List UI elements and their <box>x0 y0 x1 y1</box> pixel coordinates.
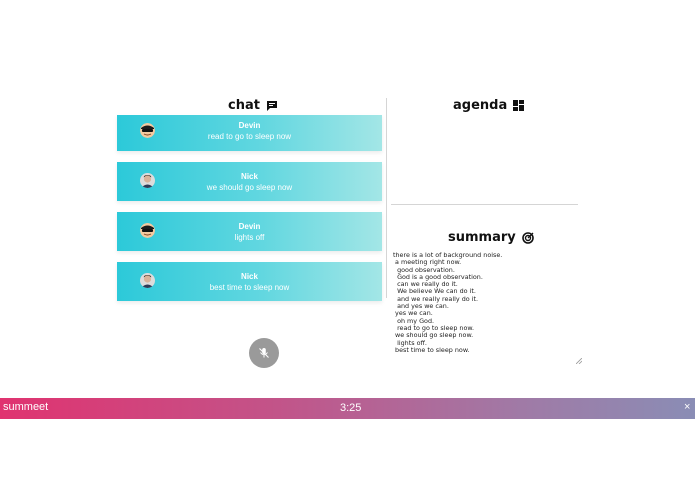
summary-textarea[interactable]: there is a lot of background noise. a me… <box>393 252 581 364</box>
bottom-status-bar: summeet 3:25 × <box>0 398 695 419</box>
agenda-heading: agenda <box>453 98 525 113</box>
close-button[interactable]: × <box>684 401 690 413</box>
mic-off-icon <box>259 348 269 358</box>
target-icon <box>521 231 534 244</box>
chat-message[interactable]: Nick best time to sleep now <box>117 262 382 301</box>
column-divider <box>386 98 387 298</box>
chat-bubble-icon <box>266 100 277 111</box>
dashboard-icon <box>513 100 525 111</box>
message-author: Devin <box>238 222 261 231</box>
message-author: Devin <box>238 121 261 130</box>
summary-heading: summary <box>448 230 534 245</box>
mute-microphone-button[interactable] <box>249 338 279 368</box>
message-author: Nick <box>241 272 258 281</box>
chat-message-list: Devin read to go to sleep now Nick we sh… <box>117 115 382 312</box>
meeting-timer: 3:25 <box>340 402 362 414</box>
message-text: lights off <box>234 233 265 242</box>
chat-heading: chat <box>228 98 278 113</box>
chat-message[interactable]: Devin lights off <box>117 212 382 251</box>
message-text: read to go to sleep now <box>207 132 292 141</box>
agenda-title: agenda <box>453 98 508 113</box>
summary-title: summary <box>448 230 516 245</box>
resize-grip-icon[interactable] <box>576 358 582 364</box>
chat-message[interactable]: Nick we should go sleep now <box>117 162 382 201</box>
agenda-summary-divider <box>391 204 578 205</box>
app-brand: summeet <box>3 401 49 413</box>
message-text: best time to sleep now <box>209 283 290 292</box>
message-author: Nick <box>241 172 258 181</box>
chat-message[interactable]: Devin read to go to sleep now <box>117 115 382 151</box>
message-text: we should go sleep now <box>206 183 293 192</box>
chat-title: chat <box>228 98 260 113</box>
